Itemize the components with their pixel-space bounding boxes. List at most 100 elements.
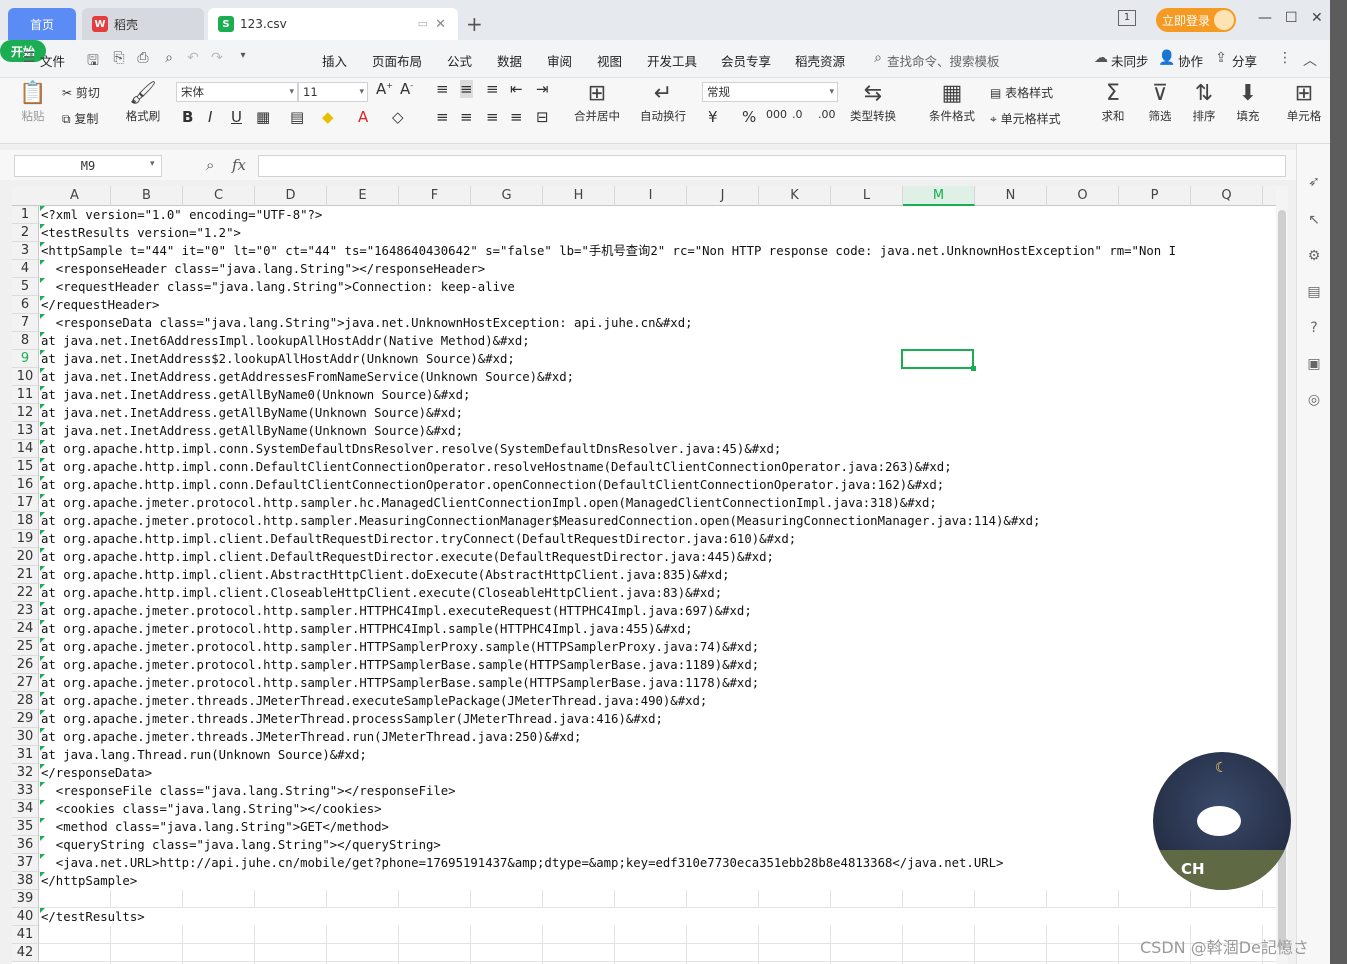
undo-icon[interactable]: ↶ xyxy=(184,50,202,68)
column-header-k[interactable]: K xyxy=(759,186,831,206)
currency-icon[interactable]: ¥ xyxy=(708,108,718,126)
indent-increase-icon[interactable]: ⇥ xyxy=(536,80,549,98)
increase-decimal-icon[interactable]: .0 xyxy=(792,108,803,121)
cell-a21[interactable]: at org.apache.http.impl.client.AbstractH… xyxy=(40,566,1276,584)
bold-icon[interactable]: B xyxy=(182,108,193,126)
row-header[interactable]: 6 xyxy=(12,296,39,314)
auto-wrap-button[interactable]: ↵ 自动换行 xyxy=(636,80,690,124)
menu-formula[interactable]: 公式 xyxy=(447,51,472,70)
column-header-g[interactable]: G xyxy=(471,186,543,206)
cell-a15[interactable]: at org.apache.http.impl.conn.DefaultClie… xyxy=(40,458,1276,476)
row-header[interactable]: 40 xyxy=(12,908,39,926)
collapse-ribbon-icon[interactable]: ︿ xyxy=(1301,50,1319,69)
row-header[interactable]: 1 xyxy=(12,206,39,224)
export-icon[interactable]: ⎘ xyxy=(110,50,128,68)
font-size-select[interactable]: 11 ▾ xyxy=(298,82,368,102)
save-icon[interactable]: 🖫 xyxy=(84,50,102,69)
row-header[interactable]: 41 xyxy=(12,926,39,944)
underline-icon[interactable]: U xyxy=(231,108,242,126)
redo-icon[interactable]: ↷ xyxy=(208,50,226,68)
cell-a9[interactable]: at java.net.InetAddress$2.lookupAllHostA… xyxy=(40,350,1276,368)
row-header[interactable]: 32 xyxy=(12,764,39,782)
cell-a17[interactable]: at org.apache.jmeter.protocol.http.sampl… xyxy=(40,494,1276,512)
thousands-icon[interactable]: 000 xyxy=(766,108,787,121)
minimize-icon[interactable]: — xyxy=(1258,10,1272,26)
column-header-d[interactable]: D xyxy=(255,186,327,206)
formula-input[interactable] xyxy=(258,155,1286,177)
column-header-i[interactable]: I xyxy=(615,186,687,206)
cell-a8[interactable]: at java.net.Inet6AddressImpl.lookupAllHo… xyxy=(40,332,1276,350)
row-header[interactable]: 27 xyxy=(12,674,39,692)
row-header[interactable]: 17 xyxy=(12,494,39,512)
cell-a26[interactable]: at org.apache.jmeter.protocol.http.sampl… xyxy=(40,656,1276,674)
font-grow-icon[interactable]: A+ xyxy=(376,80,393,98)
column-header-n[interactable]: N xyxy=(975,186,1047,206)
column-header-b[interactable]: B xyxy=(111,186,183,206)
column-header-e[interactable]: E xyxy=(327,186,399,206)
column-header-l[interactable]: L xyxy=(831,186,903,206)
menu-page-layout[interactable]: 页面布局 xyxy=(372,51,422,70)
row-header[interactable]: 22 xyxy=(12,584,39,602)
cell-a5[interactable]: <requestHeader class="java.lang.String">… xyxy=(40,278,1276,296)
menu-data[interactable]: 数据 xyxy=(497,51,522,70)
row-header[interactable]: 18 xyxy=(12,512,39,530)
row-header[interactable]: 36 xyxy=(12,836,39,854)
cell-button[interactable]: ⊞ 单元格 xyxy=(1284,80,1324,124)
sum-button[interactable]: Σ 求和 xyxy=(1096,80,1130,124)
cell-a7[interactable]: <responseData class="java.lang.String">j… xyxy=(40,314,1276,332)
row-header[interactable]: 28 xyxy=(12,692,39,710)
cell-a4[interactable]: <responseHeader class="java.lang.String"… xyxy=(40,260,1276,278)
location-icon[interactable]: ◎ xyxy=(1305,392,1323,410)
tab-home[interactable]: 首页 xyxy=(8,8,76,40)
row-header[interactable]: 29 xyxy=(12,710,39,728)
align-right-icon[interactable]: ≡ xyxy=(486,108,499,126)
column-header-m[interactable]: M xyxy=(903,186,975,206)
cell-a11[interactable]: at java.net.InetAddress.getAllByName0(Un… xyxy=(40,386,1276,404)
cell-a36[interactable]: <queryString class="java.lang.String"></… xyxy=(40,836,1276,854)
cell-a28[interactable]: at org.apache.jmeter.threads.JMeterThrea… xyxy=(40,692,1276,710)
column-header-o[interactable]: O xyxy=(1047,186,1119,206)
distributed-icon[interactable]: ⊟ xyxy=(536,108,549,126)
row-header[interactable]: 14 xyxy=(12,440,39,458)
image-tool-icon[interactable]: ▣ xyxy=(1305,356,1323,374)
column-header-f[interactable]: F xyxy=(399,186,471,206)
row-header[interactable]: 10 xyxy=(12,368,39,386)
more-icon[interactable]: ⋮ xyxy=(1276,50,1294,68)
hamburger-icon[interactable]: ☰ xyxy=(20,50,38,68)
collab-button[interactable]: 协作 xyxy=(1178,51,1203,70)
row-header[interactable]: 12 xyxy=(12,404,39,422)
table-style-button[interactable]: ▤ 表格样式 xyxy=(990,84,1053,101)
fill-color-icon[interactable]: ◆ xyxy=(322,108,334,126)
align-center-icon[interactable]: ≡ xyxy=(460,108,473,126)
fill-handle[interactable] xyxy=(971,366,976,371)
row-header[interactable]: 35 xyxy=(12,818,39,836)
row-header[interactable]: 8 xyxy=(12,332,39,350)
cell-a33[interactable]: <responseFile class="java.lang.String"><… xyxy=(40,782,1276,800)
cell-a3[interactable]: <httpSample t="44" it="0" lt="0" ct="44"… xyxy=(40,242,1276,260)
cut-button[interactable]: ✂ 剪切 xyxy=(62,84,100,101)
tab-file[interactable]: S 123.csv ▭ ✕ xyxy=(208,8,458,40)
cell-a23[interactable]: at org.apache.jmeter.protocol.http.sampl… xyxy=(40,602,1276,620)
row-header[interactable]: 34 xyxy=(12,800,39,818)
cond-format-button[interactable]: ▦ 条件格式 xyxy=(922,80,982,124)
cursor-icon[interactable]: ↖ xyxy=(1305,212,1323,230)
font-color-icon[interactable]: A xyxy=(358,108,368,126)
row-header[interactable]: 25 xyxy=(12,638,39,656)
number-format-select[interactable]: 常规 ▾ xyxy=(702,82,838,102)
print-icon[interactable]: ⎙ xyxy=(134,50,152,68)
cell-a18[interactable]: at org.apache.jmeter.protocol.http.sampl… xyxy=(40,512,1276,530)
column-header-c[interactable]: C xyxy=(183,186,255,206)
filter-button[interactable]: ⊽ 筛选 xyxy=(1142,80,1178,124)
format-painter-button[interactable]: 🖌 格式刷 xyxy=(122,80,164,124)
tab-pin-icon[interactable]: ▭ xyxy=(418,17,428,30)
row-header[interactable]: 15 xyxy=(12,458,39,476)
unsync-status[interactable]: 未同步 xyxy=(1111,51,1149,70)
sort-button[interactable]: ⇅ 排序 xyxy=(1186,80,1222,124)
table-tool-icon[interactable]: ▤ xyxy=(1305,284,1323,302)
column-header-a[interactable]: A xyxy=(39,186,111,206)
page-indicator-icon[interactable]: 1 xyxy=(1118,10,1136,26)
cell-a30[interactable]: at org.apache.jmeter.threads.JMeterThrea… xyxy=(40,728,1276,746)
italic-icon[interactable]: I xyxy=(208,108,212,126)
align-top-icon[interactable]: ≡ xyxy=(436,80,449,98)
settings-sliders-icon[interactable]: ⚙ xyxy=(1305,248,1323,266)
